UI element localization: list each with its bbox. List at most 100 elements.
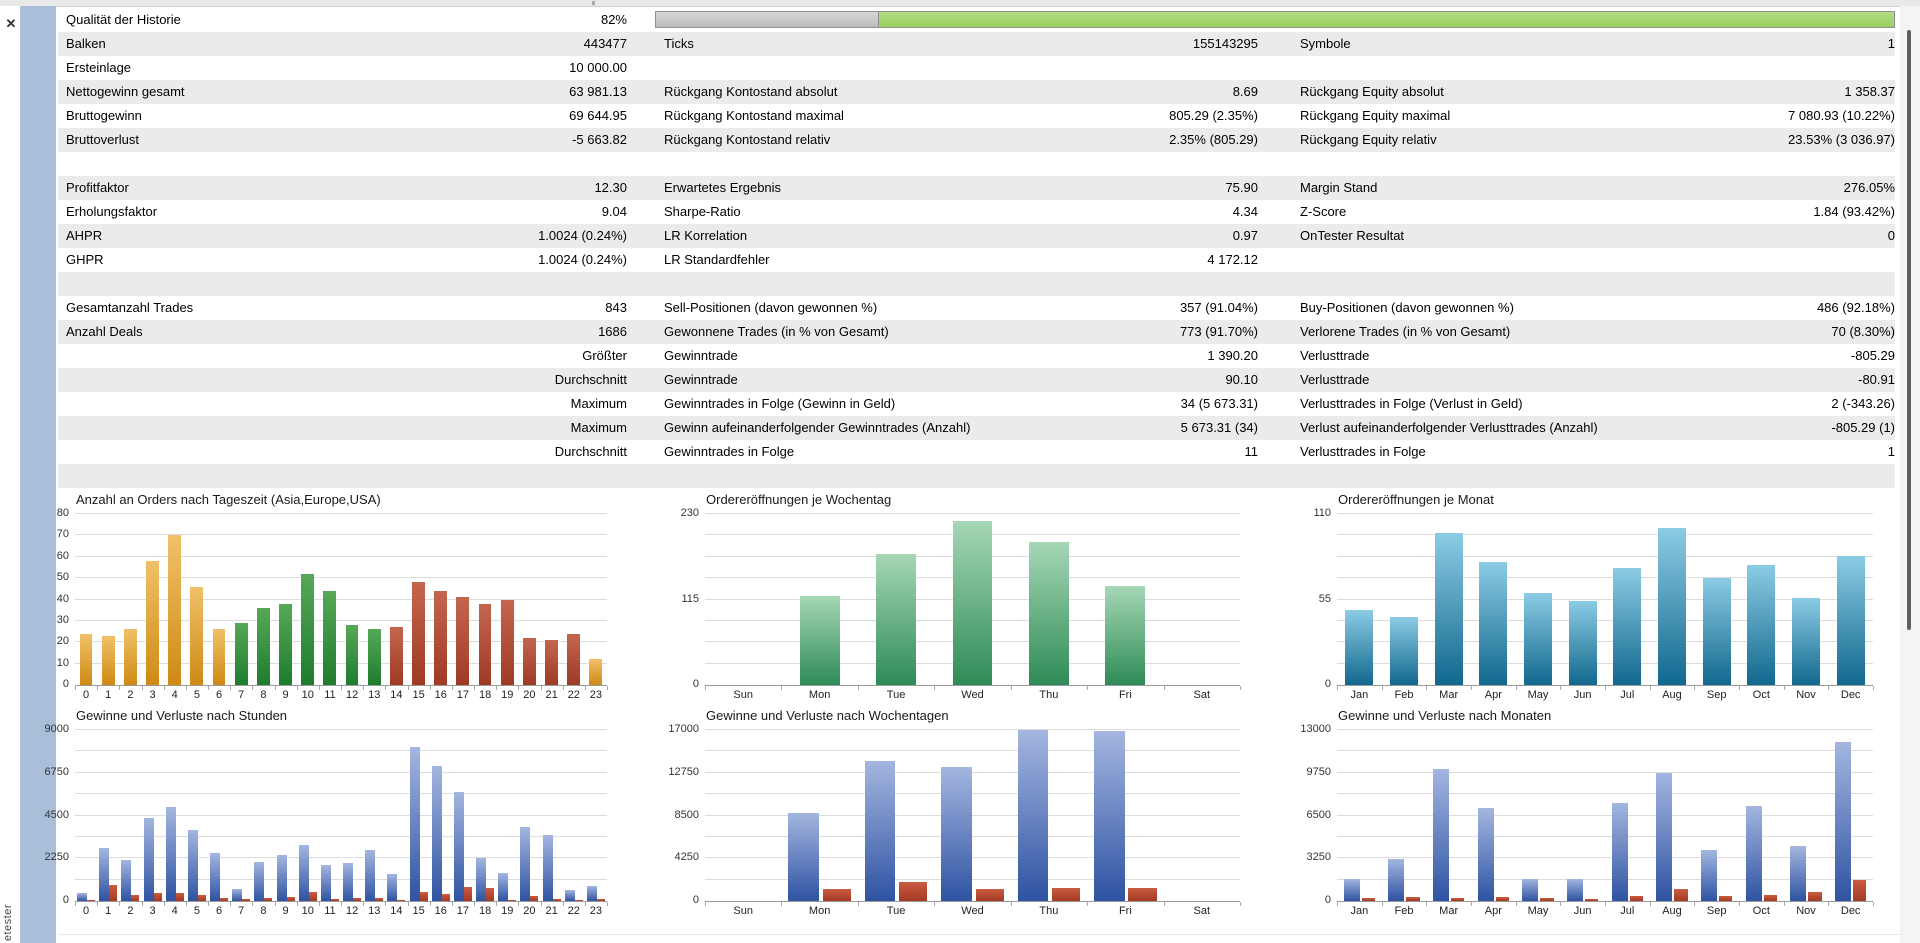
stat-value: -80.91: [1858, 372, 1895, 387]
stat-label: Buy-Positionen (davon gewonnen %): [1300, 300, 1514, 315]
gridline: [75, 598, 607, 600]
verluste-bar-16: [441, 893, 450, 901]
left-tab-gutter: ✕ etester: [0, 6, 20, 943]
column-gap: [1258, 464, 1300, 488]
stat-cell: Gewonnene Trades (in % von Gesamt) 773 (9…: [664, 320, 1258, 344]
stat-cell: Erholungsfaktor 9.04: [66, 200, 627, 224]
x-axis-category-label: 4: [171, 905, 178, 917]
verluste-bar-Mon: [822, 889, 851, 901]
x-axis-tick: [781, 902, 782, 906]
gewinne-bar-3: [143, 818, 154, 901]
stat-cell: [66, 152, 627, 176]
verluste-bar-8: [264, 897, 273, 901]
x-axis-category-label: 2: [127, 689, 134, 701]
gridline: [75, 662, 607, 664]
column-gap: [627, 392, 664, 416]
stat-label: OnTester Resultat: [1300, 228, 1405, 243]
x-axis-category-label: 1: [105, 689, 112, 701]
x-axis-category-label: Thu: [1039, 689, 1059, 701]
bar-18: [478, 603, 492, 685]
chart-plot-area: Jan Feb Mar Apr May Jun Jul Aug Sep Oct Nov Dec: [1337, 513, 1874, 701]
stat-label: Gesamtanzahl Trades: [66, 300, 194, 315]
y-axis-tick-label: 0: [692, 678, 699, 690]
column-gap: [627, 248, 664, 272]
bar-15: [412, 582, 425, 685]
gewinne-bar-May: [1522, 879, 1539, 901]
x-axis-tick: [363, 902, 364, 906]
x-axis-tick: [1382, 902, 1383, 906]
table-row: [58, 272, 1895, 296]
bar-Aug: [1658, 528, 1686, 685]
stat-cell: Anzahl Deals 1686: [66, 320, 627, 344]
stat-cell: [1300, 152, 1895, 176]
x-axis-category-label: 4: [171, 689, 178, 701]
verluste-bar-Oct: [1763, 894, 1777, 901]
gridline: [1337, 513, 1873, 514]
bar-20: [522, 637, 536, 685]
vertical-scrollbar[interactable]: [1900, 6, 1920, 943]
table-row: Bruttogewinn 69 644.95 Rückgang Kontostand…: [58, 104, 1895, 128]
x-axis-category-label: Sun: [733, 905, 753, 917]
stat-cell: Symbole 1: [1300, 32, 1895, 56]
x-axis-category-label: Wed: [961, 689, 984, 701]
bar-3: [146, 561, 159, 685]
backtester-report-panel: ✕ etester Qualität der Historie 82% Balken…: [0, 0, 1920, 943]
column-gap: [627, 224, 664, 248]
verluste-bar-10: [308, 891, 317, 901]
stat-value: 1: [1887, 36, 1895, 51]
gridline: [705, 835, 1240, 837]
x-axis-tick: [1426, 902, 1427, 906]
x-axis-tick: [1382, 686, 1383, 690]
stat-label: Rückgang Equity absolut: [1300, 84, 1444, 99]
gridline: [75, 771, 607, 773]
x-axis-tick: [1560, 902, 1561, 906]
y-axis-tick-label: 0: [692, 894, 699, 906]
verluste-bar-Dec: [1852, 879, 1867, 901]
x-axis-category-label: 23: [589, 905, 603, 917]
scrollbar-thumb[interactable]: [1907, 30, 1911, 630]
x-axis-tick: [934, 686, 935, 690]
x-axis-tick: [1471, 902, 1472, 906]
x-axis-category-label: Aug: [1662, 905, 1682, 917]
gridline: [705, 750, 1240, 752]
y-axis-tick-label: 115: [681, 592, 699, 605]
close-icon[interactable]: ✕: [3, 16, 19, 32]
x-axis-category-label: 12: [345, 689, 359, 701]
x-axis-category-label: 14: [390, 905, 403, 917]
y-axis-tick-label: 55: [1318, 592, 1331, 605]
panel-top-splitter[interactable]: [0, 0, 1920, 7]
x-axis-category-label: 18: [478, 905, 492, 917]
stat-cell: [1300, 464, 1895, 488]
x-axis-category-label: Aug: [1662, 689, 1682, 701]
x-axis-category-label: 6: [216, 905, 223, 917]
verluste-bar-15: [419, 891, 428, 901]
x-axis-category-label: Nov: [1796, 689, 1816, 701]
gewinne-bar-4: [165, 806, 176, 901]
bar-Dec: [1836, 555, 1865, 685]
stat-cell: Bruttoverlust -5 663.82: [66, 128, 627, 152]
gridline: [75, 793, 607, 795]
y-axis-tick-label: 0: [1324, 894, 1331, 906]
bar-Fri: [1105, 586, 1146, 685]
x-axis-tick: [474, 686, 475, 690]
chart-plot-area: Jan Feb Mar Apr May Jun Jul Aug Sep Oct Nov Dec: [1337, 729, 1874, 917]
table-row: Nettogewinn gesamt 63 981.13 Rückgang Kont…: [58, 80, 1895, 104]
gewinne-bar-Aug: [1656, 772, 1673, 901]
chart-title: Gewinne und Verluste nach Monaten: [1338, 708, 1552, 723]
x-axis-tick: [474, 902, 475, 906]
column-gap: [1258, 104, 1300, 128]
backtester-vertical-tab[interactable]: etester: [2, 904, 14, 941]
column-gap: [627, 416, 664, 440]
x-axis-tick: [607, 686, 608, 690]
x-axis-category-label: Jun: [1573, 905, 1592, 917]
x-axis-tick: [1784, 686, 1785, 690]
gewinne-bar-5: [187, 829, 198, 901]
stat-cell: Rückgang Kontostand relativ 2.35% (805.29…: [664, 128, 1258, 152]
splitter-handle[interactable]: [592, 1, 595, 5]
gewinne-bar-17: [453, 791, 464, 901]
x-axis-tick: [1337, 686, 1338, 690]
chart-plot-area: Sun Mon Tue Wed Thu Fri Sat: [705, 513, 1241, 701]
verluste-bar-Fri: [1128, 887, 1157, 901]
x-axis-category-label: Mon: [808, 689, 831, 701]
gridline: [1337, 534, 1873, 536]
